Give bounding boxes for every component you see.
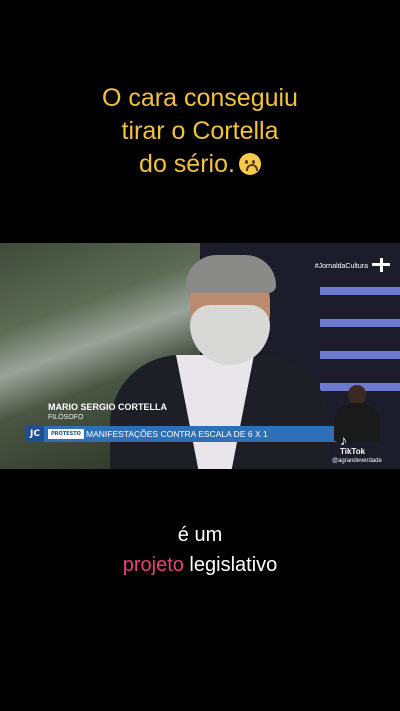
- tiktok-icon: ♪: [340, 432, 347, 448]
- ticker-headline: MANIFESTAÇÕES CONTRA ESCALA DE 6 X 1: [86, 429, 268, 439]
- cross-logo-icon: [372, 258, 390, 272]
- protest-tag: PROTESTO: [48, 429, 84, 439]
- worried-face-icon: [238, 153, 261, 175]
- video-player[interactable]: #JornaldaCultura MARIO SERGIO CORTELLA F…: [0, 243, 400, 469]
- speaker-role: FILÓSOFO: [48, 414, 84, 421]
- caption-line-2: tirar o Cortella: [121, 117, 279, 145]
- speaker-name: MARIO SERGIO CORTELLA: [48, 402, 167, 412]
- subtitle-line-1: é um: [177, 524, 223, 546]
- channel-tag: #JornaldaCultura: [314, 263, 368, 270]
- lower-third-name: MARIO SERGIO CORTELLA FILÓSOFO: [48, 402, 167, 422]
- caption-line-3: do sério.: [139, 150, 235, 178]
- subtitle-rest: legislativo: [183, 554, 278, 576]
- tiktok-brand: TikTok: [340, 447, 366, 456]
- video-caption: O cara conseguiu tirar o Cortella do sér…: [0, 82, 400, 181]
- channel-logo: #JornaldaCultura: [315, 258, 390, 272]
- subtitle: é um projeto legislativo: [0, 522, 400, 578]
- tiktok-watermark: ♪ TikTok @agrandeverdade: [332, 432, 382, 465]
- caption-line-1: O cara conseguiu: [102, 84, 298, 112]
- tiktok-handle: @agrandeverdade: [332, 458, 382, 464]
- jc-badge: JC: [26, 426, 44, 442]
- subtitle-highlight: projeto: [122, 554, 184, 576]
- news-ticker: JC PROTESTO MANIFESTAÇÕES CONTRA ESCALA …: [26, 426, 336, 442]
